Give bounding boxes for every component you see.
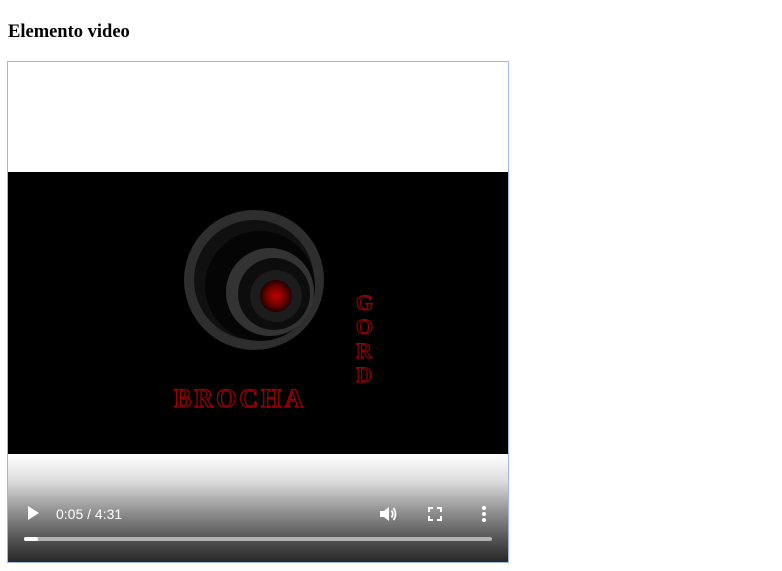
logo-vertical-o: O <box>356 314 373 339</box>
progress-track[interactable] <box>24 537 492 541</box>
play-icon[interactable] <box>24 504 42 522</box>
volume-icon[interactable] <box>378 504 398 524</box>
video-logo: G O R D BROCHA <box>173 210 374 414</box>
logo-vertical-r: R <box>356 338 373 363</box>
logo-vertical-g: G <box>356 290 373 315</box>
fullscreen-icon[interactable] <box>426 505 444 523</box>
more-vert-icon[interactable] <box>476 504 492 524</box>
logo-horizontal-word: BROCHA <box>174 384 306 413</box>
time-display: 0:05 / 4:31 <box>56 506 123 522</box>
video-frame: G O R D BROCHA <box>8 172 508 454</box>
progress-fill <box>24 537 39 541</box>
page-heading: Elemento video <box>8 22 130 42</box>
video-player[interactable]: G O R D BROCHA 0:05 / 4:31 <box>7 61 509 563</box>
logo-vertical-d: D <box>356 362 372 387</box>
